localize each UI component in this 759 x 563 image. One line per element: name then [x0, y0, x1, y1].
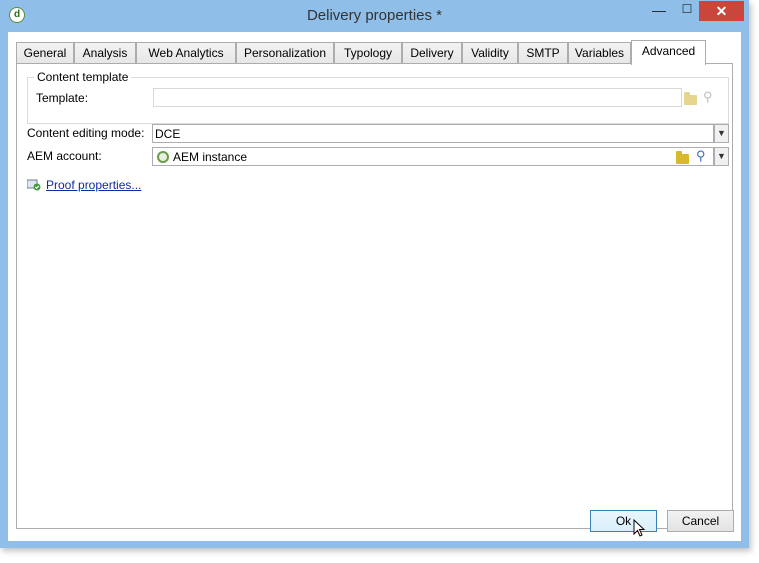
- proof-properties-icon: [27, 179, 41, 191]
- cancel-button[interactable]: Cancel: [667, 510, 734, 532]
- tab-analysis[interactable]: Analysis: [74, 42, 136, 64]
- aem-instance-icon: [157, 151, 169, 163]
- close-button[interactable]: ✕: [699, 1, 744, 21]
- template-folder-icon: [684, 92, 697, 105]
- tab-typology[interactable]: Typology: [334, 42, 402, 64]
- content-editing-mode-chevron-down-icon[interactable]: ▼: [714, 124, 729, 143]
- content-template-group: Content template Template: ⚲: [27, 70, 729, 124]
- advanced-tab-panel: Content template Template: ⚲ Content edi…: [16, 63, 733, 529]
- dialog-client-area: General Analysis Web Analytics Personali…: [8, 32, 741, 541]
- aem-account-field[interactable]: AEM instance: [152, 147, 714, 166]
- aem-account-value: AEM instance: [173, 150, 248, 164]
- dialog-window: d Delivery properties * — ☐ ✕ General An…: [0, 0, 749, 548]
- proof-properties-link[interactable]: Proof properties...: [46, 178, 141, 192]
- tab-personalization[interactable]: Personalization: [236, 42, 334, 64]
- window-title: Delivery properties *: [306, 7, 443, 24]
- template-field: [153, 88, 682, 107]
- minimize-button[interactable]: —: [645, 2, 673, 22]
- content-editing-mode-label: Content editing mode:: [27, 126, 145, 140]
- aem-account-chevron-down-icon[interactable]: ▼: [714, 147, 729, 166]
- tab-delivery[interactable]: Delivery: [402, 42, 462, 64]
- template-label: Template:: [36, 91, 89, 105]
- tab-validity[interactable]: Validity: [462, 42, 518, 64]
- content-template-title: Content template: [34, 70, 132, 84]
- title-bar[interactable]: d Delivery properties * — ☐ ✕: [0, 0, 749, 32]
- template-search-icon: ⚲: [703, 89, 713, 104]
- content-editing-mode-select[interactable]: DCE: [152, 124, 714, 143]
- tab-advanced[interactable]: Advanced: [631, 40, 706, 65]
- tab-smtp[interactable]: SMTP: [518, 42, 568, 64]
- maximize-button[interactable]: ☐: [673, 2, 701, 22]
- aem-account-label: AEM account:: [27, 149, 102, 163]
- aem-folder-icon[interactable]: [676, 151, 689, 164]
- aem-search-icon[interactable]: ⚲: [696, 149, 706, 163]
- mouse-cursor-icon: [633, 519, 646, 537]
- tab-variables[interactable]: Variables: [568, 42, 631, 64]
- tab-web-analytics[interactable]: Web Analytics: [136, 42, 236, 64]
- tab-strip: General Analysis Web Analytics Personali…: [16, 40, 736, 65]
- tab-general[interactable]: General: [16, 42, 74, 64]
- content-editing-mode-value: DCE: [155, 127, 181, 141]
